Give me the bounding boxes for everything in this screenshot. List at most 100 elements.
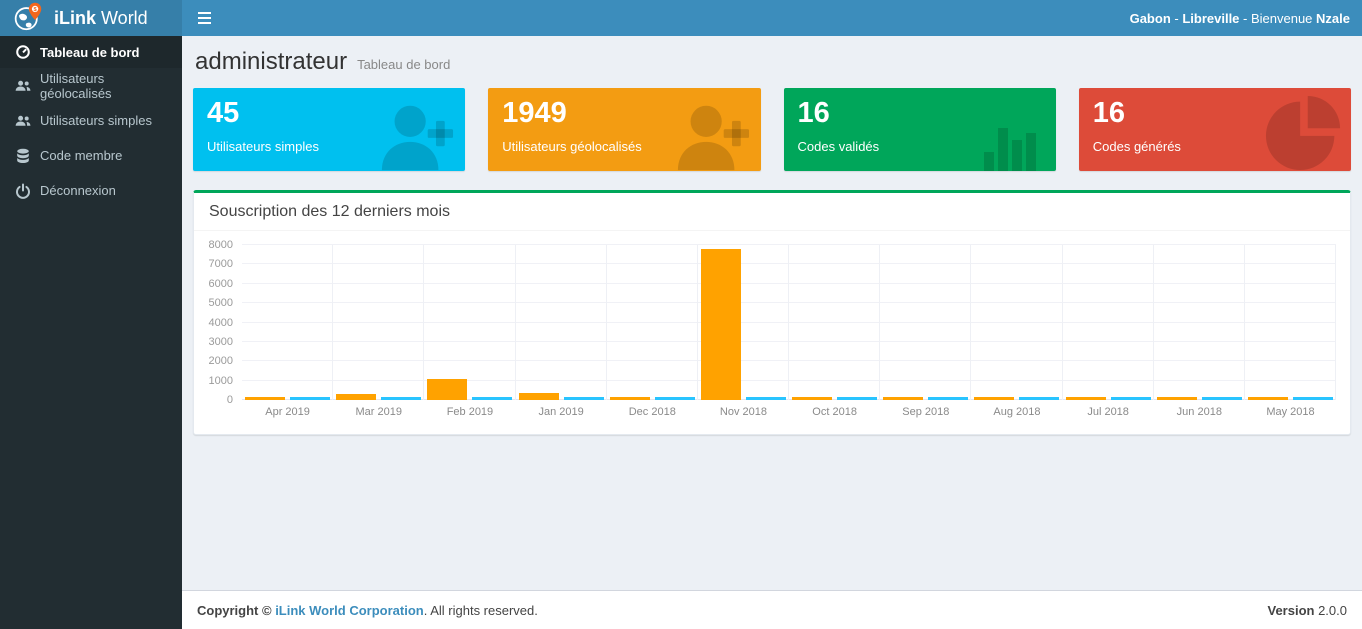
- x-axis-tick-label: Jul 2018: [1063, 406, 1154, 418]
- page-title: administrateur: [195, 48, 347, 76]
- bar-blue-series: [564, 397, 604, 400]
- bar-blue-series: [1019, 397, 1059, 400]
- stat-card: 16Codes générés: [1079, 88, 1351, 171]
- x-axis-tick-label: May 2018: [1245, 406, 1336, 418]
- chart-group-nov-2018: Nov 2018: [698, 245, 789, 400]
- bar-blue-series: [1111, 397, 1151, 400]
- chart-group-jan-2019: Jan 2019: [516, 245, 607, 400]
- bar-orange-series: [1248, 397, 1288, 400]
- bar-orange-series: [883, 397, 923, 400]
- dashboard-icon: [15, 44, 31, 60]
- y-axis-tick-label: 5000: [209, 297, 233, 309]
- bar-orange-series: [1157, 397, 1197, 400]
- subscription-bar-chart: 010002000300040005000600070008000 Apr 20…: [202, 245, 1336, 400]
- chart-plot-area: Apr 2019Mar 2019Feb 2019Jan 2019Dec 2018…: [242, 245, 1336, 400]
- stat-card: 45Utilisateurs simples: [193, 88, 465, 171]
- users-icon: [15, 78, 31, 94]
- chart-group-dec-2018: Dec 2018: [607, 245, 698, 400]
- bar-blue-series: [837, 397, 877, 400]
- chart-panel: Souscription des 12 derniers mois 0 1000 2…: [193, 190, 1351, 435]
- database-icon: [15, 148, 31, 164]
- chart-group-sep-2018: Sep 2018: [880, 245, 971, 400]
- app-root: $ iLink World Gabon - Libreville - Bienv…: [0, 0, 1362, 629]
- page-header: administrateur Tableau de bord: [193, 43, 1351, 88]
- bar-orange-series: [610, 397, 650, 400]
- x-axis-tick-label: Apr 2019: [242, 406, 333, 418]
- bar-blue-series: [1202, 397, 1242, 400]
- chart-bar-groups: Apr 2019Mar 2019Feb 2019Jan 2019Dec 2018…: [242, 245, 1336, 400]
- x-axis-tick-label: Jun 2018: [1154, 406, 1245, 418]
- footer-copyright: Copyright © iLink World Corporation. All…: [197, 603, 538, 618]
- users-icon: [15, 113, 31, 129]
- bar-orange-series: [519, 393, 559, 400]
- bar-blue-series: [655, 397, 695, 400]
- sidebar-toggle-icon[interactable]: [182, 0, 226, 36]
- stat-card: 16Codes validés: [784, 88, 1056, 171]
- x-axis-tick-label: Jan 2019: [516, 406, 607, 418]
- bar-blue-series: [290, 397, 330, 400]
- chart-group-may-2018: May 2018: [1245, 245, 1336, 400]
- chart-group-feb-2019: Feb 2019: [424, 245, 515, 400]
- user-plus-icon: [673, 99, 751, 171]
- bar-orange-series: [1066, 397, 1106, 400]
- bar-orange-series: [701, 249, 741, 400]
- y-axis-tick-label: 6000: [209, 278, 233, 290]
- sidebar-item-dashboard[interactable]: Tableau de bord: [0, 36, 182, 68]
- chart-panel-title: Souscription des 12 derniers mois: [194, 193, 1350, 231]
- header-user-info: Gabon - Libreville - Bienvenue Nzale: [1130, 11, 1362, 26]
- bar-chart-icon: [982, 115, 1046, 171]
- bar-blue-series: [381, 397, 421, 400]
- main-content: administrateur Tableau de bord 45Utilisa…: [182, 36, 1362, 590]
- sidebar-item-member-code[interactable]: Code membre: [0, 138, 182, 173]
- sidebar-item-users-geo[interactable]: Utilisateurs géolocalisés: [0, 68, 182, 103]
- x-axis-tick-label: Feb 2019: [424, 406, 515, 418]
- user-plus-icon: [377, 99, 455, 171]
- sidebar-item-users-simple[interactable]: Utilisateurs simples: [0, 103, 182, 138]
- y-axis-tick-label: 3000: [209, 336, 233, 348]
- footer-version: Version 2.0.0: [1268, 603, 1348, 618]
- power-icon: [15, 183, 31, 199]
- x-axis-tick-label: Sep 2018: [880, 406, 971, 418]
- sidebar-item-label: Code membre: [40, 148, 122, 163]
- top-navbar: $ iLink World Gabon - Libreville - Bienv…: [0, 0, 1362, 36]
- stat-cards-row: 45Utilisateurs simples 1949Utilisateurs g…: [193, 88, 1351, 171]
- x-axis-tick-label: Mar 2019: [333, 406, 424, 418]
- footer-company-link[interactable]: iLink World Corporation: [275, 603, 424, 618]
- x-axis-tick-label: Oct 2018: [789, 406, 880, 418]
- chart-group-apr-2019: Apr 2019: [242, 245, 333, 400]
- sidebar-item-label: Déconnexion: [40, 183, 116, 198]
- sidebar-item-logout[interactable]: Déconnexion: [0, 173, 182, 208]
- brand-globe-icon: $: [13, 0, 43, 37]
- chart-group-jun-2018: Jun 2018: [1154, 245, 1245, 400]
- brand-logo[interactable]: $ iLink World: [0, 0, 182, 36]
- x-axis-tick-label: Dec 2018: [607, 406, 698, 418]
- y-axis-tick-label: 2000: [209, 355, 233, 367]
- chart-group-aug-2018: Aug 2018: [971, 245, 1062, 400]
- sidebar: Tableau de bord Utilisateurs géolocalisés…: [0, 36, 182, 629]
- navbar: Gabon - Libreville - Bienvenue Nzale: [182, 0, 1362, 36]
- pie-chart-icon: [1265, 95, 1341, 171]
- bar-blue-series: [1293, 397, 1333, 400]
- y-axis-tick-label: 1000: [209, 375, 233, 387]
- stat-card: 1949Utilisateurs géolocalisés: [488, 88, 760, 171]
- sidebar-item-label: Tableau de bord: [40, 45, 139, 60]
- bar-blue-series: [746, 397, 786, 400]
- bar-orange-series: [792, 397, 832, 400]
- chart-y-axis: 010002000300040005000600070008000: [202, 245, 242, 400]
- brand-title: iLink World: [54, 8, 148, 29]
- chart-group-oct-2018: Oct 2018: [789, 245, 880, 400]
- y-axis-tick-label: 0: [227, 394, 233, 406]
- bar-blue-series: [472, 397, 512, 400]
- bar-orange-series: [336, 394, 376, 400]
- bar-orange-series: [245, 397, 285, 400]
- y-axis-tick-label: 8000: [209, 239, 233, 251]
- bar-blue-series: [928, 397, 968, 400]
- y-axis-tick-label: 7000: [209, 258, 233, 270]
- chart-group-mar-2019: Mar 2019: [333, 245, 424, 400]
- bar-orange-series: [427, 379, 467, 400]
- chart-group-jul-2018: Jul 2018: [1063, 245, 1154, 400]
- x-axis-tick-label: Nov 2018: [698, 406, 789, 418]
- chart-panel-body: 0 1000 2000 3000 4000 5000 6000 7000 8000 Apr 20…: [194, 231, 1350, 434]
- bar-orange-series: [974, 397, 1014, 400]
- y-axis-tick-label: 4000: [209, 317, 233, 329]
